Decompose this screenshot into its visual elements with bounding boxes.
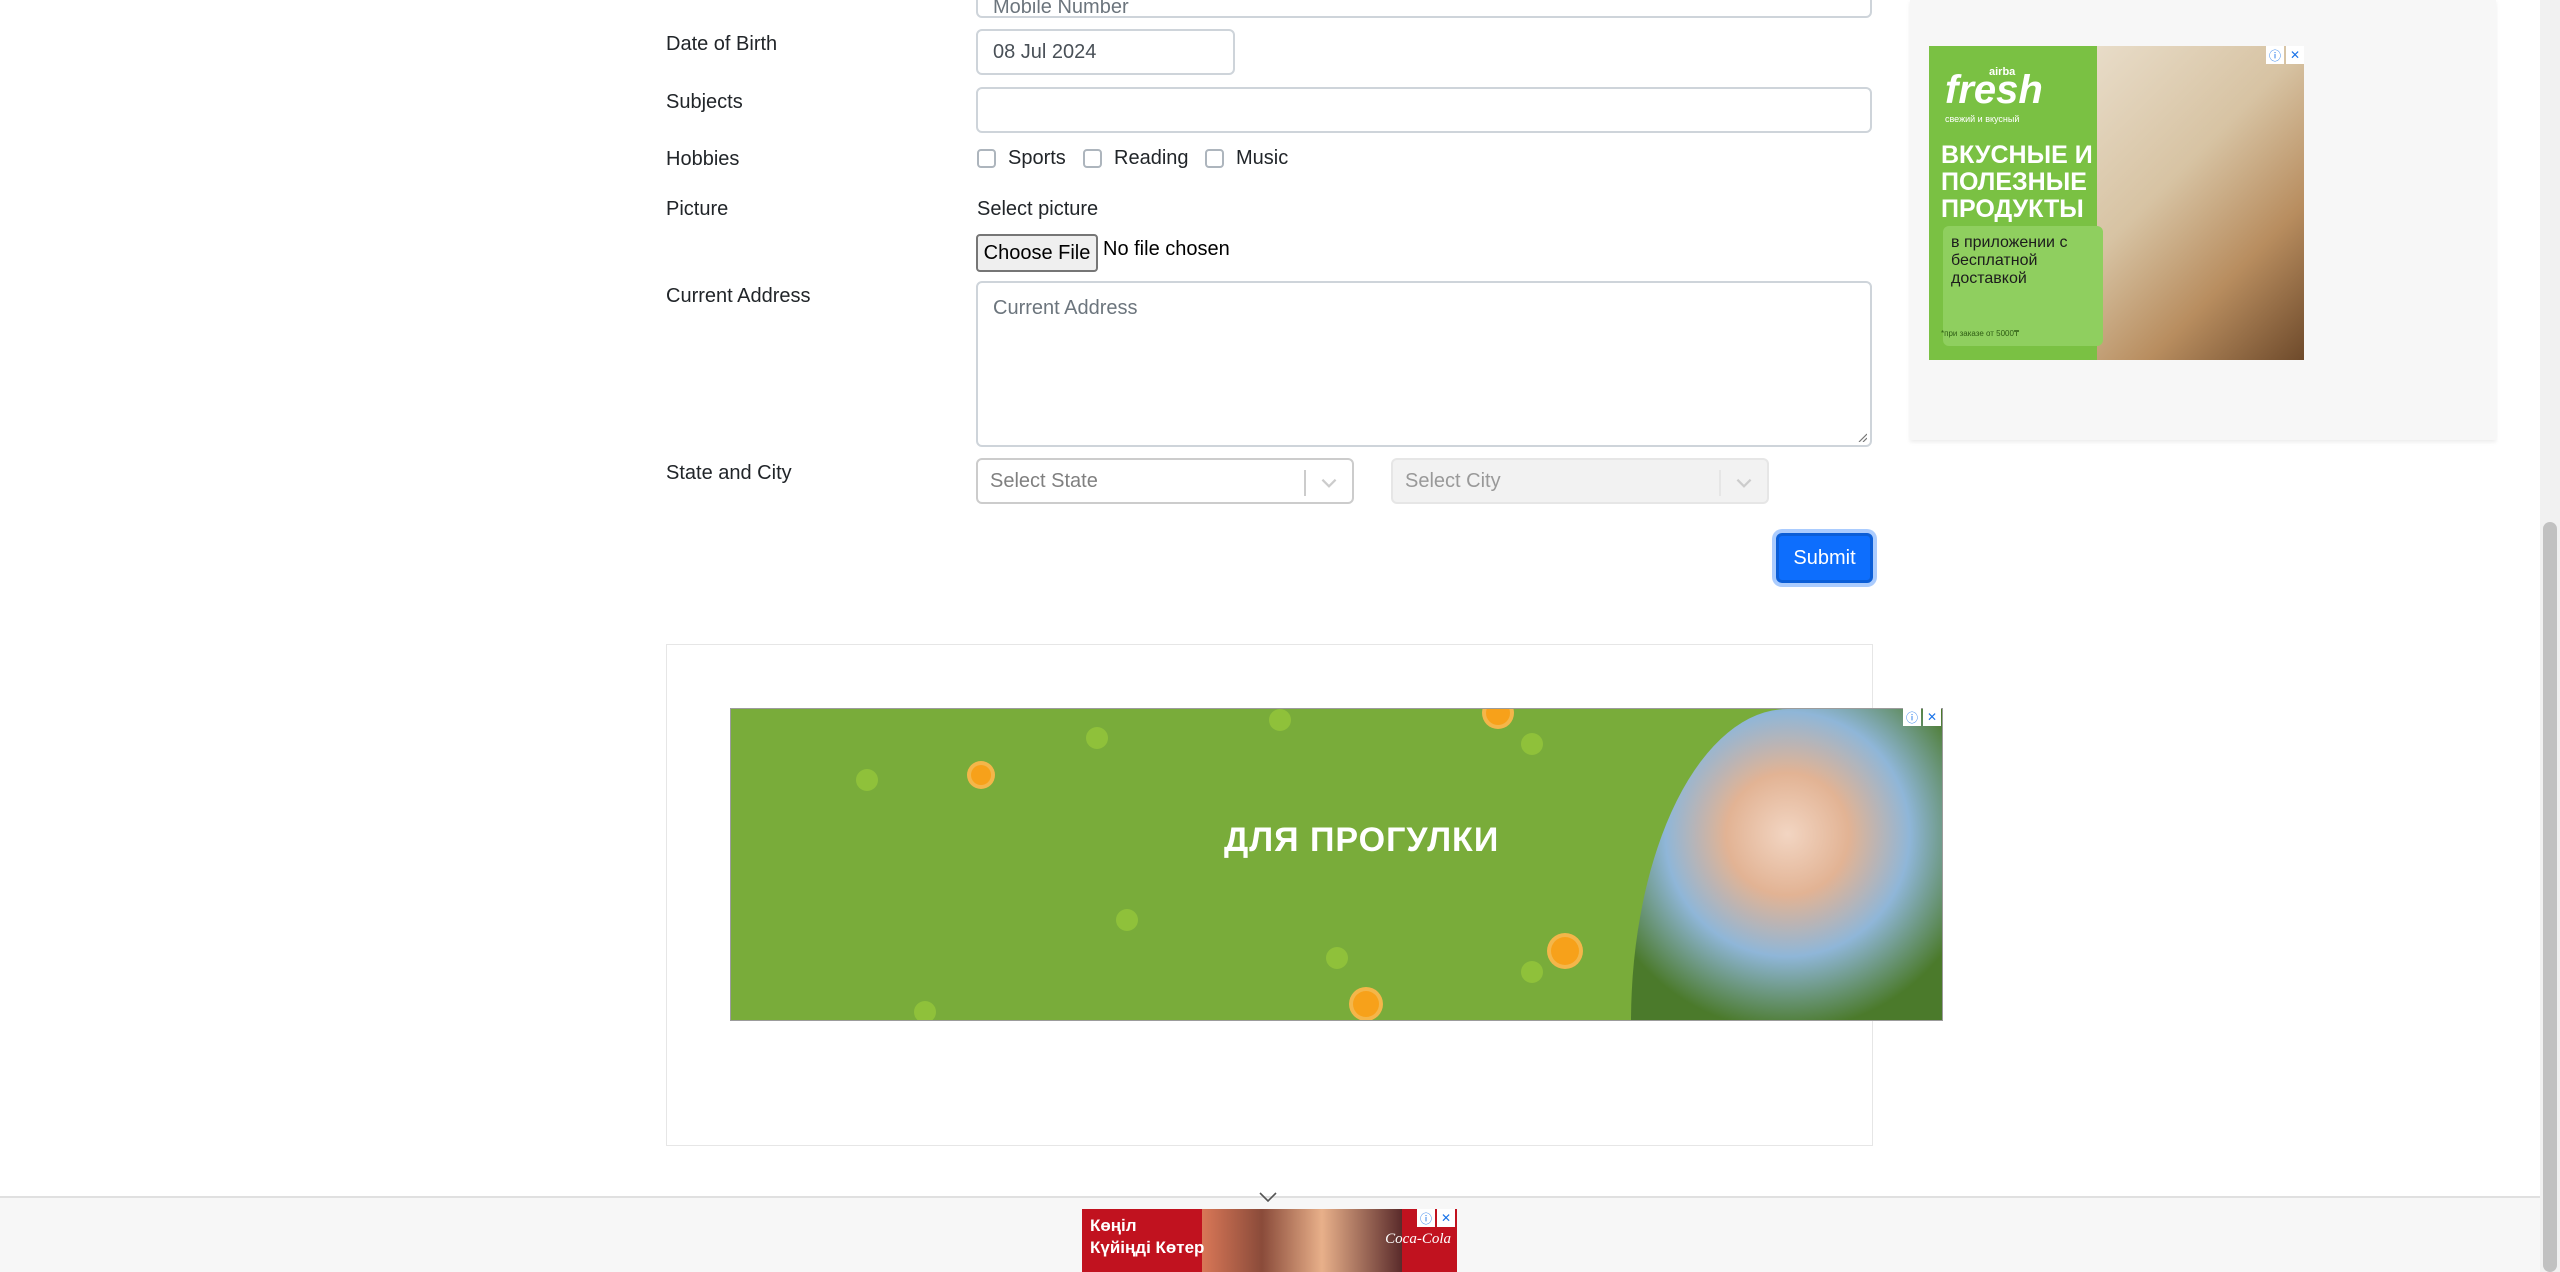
ad-brand: fresh [1945,68,2043,112]
mobile-number-placeholder: Mobile Number [993,0,1129,18]
collapse-chevron-icon[interactable] [1258,1190,1278,1204]
ad-crowd-image [1202,1209,1402,1272]
ad-tagline: свежий и вкусный [1945,114,2020,124]
decor-dot [1521,733,1543,755]
decor-dot [1086,727,1108,749]
picture-label: Picture [666,198,729,220]
decor-dot [1269,709,1291,731]
file-status-text: No file chosen [1103,238,1230,260]
hobby-reading-checkbox[interactable]: Reading [1083,147,1189,170]
state-city-label: State and City [666,462,792,484]
checkbox-box[interactable] [977,149,996,168]
current-address-textarea[interactable]: Current Address [976,281,1872,447]
ad-info-icon[interactable]: ⓘ [1417,1209,1435,1227]
ad-note: *при заказе от 5000₸ [1941,329,2020,338]
coca-cola-ad[interactable]: Көңіл Күйіңді Көтер Coca-Cola [1082,1209,1457,1272]
state-select[interactable]: Select State [976,458,1354,504]
bottom-ad-text: Көңіл Күйіңді Көтер [1090,1215,1204,1259]
bottom-ad-line1: Көңіл [1090,1216,1137,1235]
decor-dot [1521,961,1543,983]
ad-headline: ВКУСНЫЕ И ПОЛЕЗНЫЕ ПРОДУКТЫ [1941,141,2093,223]
city-select[interactable]: Select City [1391,458,1769,504]
ad-close-icon[interactable]: ✕ [1437,1209,1455,1227]
city-select-placeholder: Select City [1405,469,1501,492]
checkbox-box[interactable] [1205,149,1224,168]
decor-dot [1116,909,1138,931]
current-address-label: Current Address [666,285,811,307]
dob-value: 08 Jul 2024 [993,40,1097,63]
ad-close-icon[interactable]: ✕ [1923,708,1941,726]
select-separator [1719,470,1721,496]
dob-input[interactable]: 08 Jul 2024 [976,29,1235,75]
subjects-input[interactable] [976,87,1872,133]
chevron-down-icon[interactable] [1318,472,1340,494]
side-ad-controls: ⓘ ✕ [2266,46,2304,64]
hobby-music-checkbox[interactable]: Music [1205,147,1288,170]
hobbies-label: Hobbies [666,148,740,170]
airba-fresh-ad[interactable]: airba fresh свежий и вкусный ВКУСНЫЕ И П… [1929,46,2304,360]
current-address-placeholder: Current Address [993,297,1138,319]
ad-close-icon[interactable]: ✕ [2286,46,2304,64]
decor-dot [856,769,878,791]
banner-child-image [1631,709,1942,1020]
decor-flower [971,765,991,785]
banner-ad-controls: ⓘ ✕ [1903,708,1941,726]
submit-button[interactable]: Submit [1776,533,1873,583]
coca-cola-logo: Coca-Cola [1385,1231,1451,1247]
resize-grip-icon[interactable] [1857,432,1867,442]
ad-info-icon[interactable]: ⓘ [1903,708,1921,726]
select-separator [1304,470,1306,496]
scrollbar-thumb[interactable] [2543,522,2557,1272]
dob-label: Date of Birth [666,33,778,55]
choose-file-button[interactable]: Choose File [976,234,1098,272]
hobby-reading-label: Reading [1114,147,1189,169]
mobile-number-input[interactable]: Mobile Number [976,0,1872,18]
decor-dot [914,1001,936,1020]
bottom-ad-line2: Күйіңді Көтер [1090,1238,1205,1257]
hobby-sports-checkbox[interactable]: Sports [977,147,1066,170]
select-picture-label: Select picture [977,198,1099,220]
state-select-placeholder: Select State [990,469,1098,492]
hobby-sports-label: Sports [1008,147,1066,169]
decor-flower [1551,937,1579,965]
checkbox-box[interactable] [1083,149,1102,168]
hobby-music-label: Music [1236,147,1289,169]
practice-form-page: Mobile Number Date of Birth 08 Jul 2024 … [0,0,2560,1272]
subjects-label: Subjects [666,91,743,113]
fruit-puree-banner-ad[interactable]: ДЛЯ ПРОГУЛКИ [730,708,1943,1021]
decor-flower [1353,991,1379,1017]
decor-dot [1326,947,1348,969]
ad-info-icon[interactable]: ⓘ [2266,46,2284,64]
chevron-down-icon[interactable] [1733,472,1755,494]
decor-flower [1486,709,1510,725]
banner-headline: ДЛЯ ПРОГУЛКИ [1224,821,1500,859]
ad-subtext: в приложении с бесплатной доставкой [1943,226,2103,346]
bottom-ad-controls: ⓘ ✕ [1417,1209,1455,1227]
